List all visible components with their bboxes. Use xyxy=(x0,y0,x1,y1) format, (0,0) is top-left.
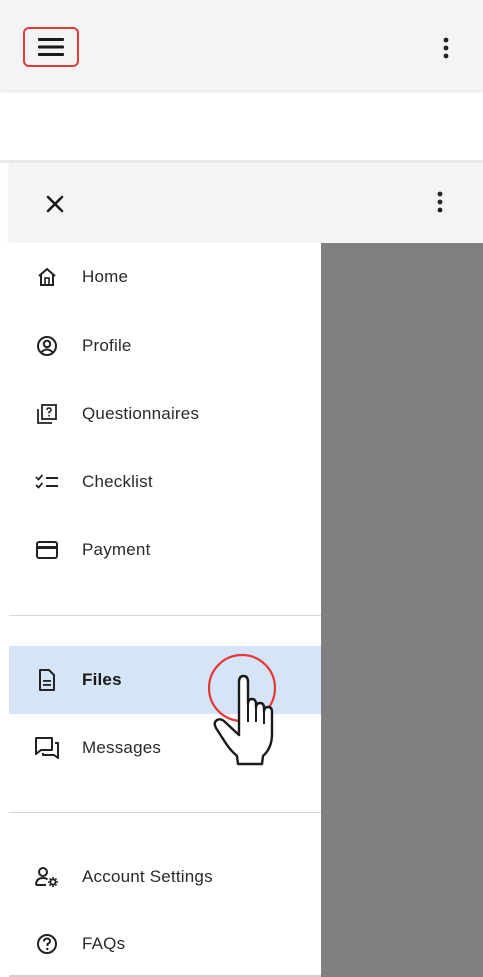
top-app-bar xyxy=(0,0,483,90)
hamburger-menu-icon xyxy=(38,38,64,56)
divider xyxy=(9,812,321,813)
nav-item-questionnaires[interactable]: Questionnaires xyxy=(9,386,321,442)
nav-item-payment[interactable]: Payment xyxy=(9,522,321,578)
divider xyxy=(9,615,321,616)
navigation-drawer: Home Profile Questionnaires Checklist Pa… xyxy=(9,243,321,977)
credit-card-icon xyxy=(35,538,59,562)
nav-item-label: Messages xyxy=(82,738,162,757)
help-icon xyxy=(35,932,59,956)
nav-item-label: Files xyxy=(82,670,122,689)
drawer-header xyxy=(9,163,483,243)
more-options-button[interactable] xyxy=(440,36,452,60)
nav-item-label: Questionnaires xyxy=(82,404,200,423)
nav-item-account-settings[interactable]: Account Settings xyxy=(9,849,321,905)
nav-item-label: Home xyxy=(82,267,129,286)
profile-icon xyxy=(35,334,59,358)
nav-item-label: Profile xyxy=(82,336,132,355)
nav-item-label: FAQs xyxy=(82,934,126,953)
nav-item-label: Checklist xyxy=(82,472,153,491)
hamburger-menu-button[interactable] xyxy=(23,27,79,67)
close-drawer-button[interactable] xyxy=(40,189,70,219)
home-icon xyxy=(35,265,59,289)
messages-icon xyxy=(35,736,59,760)
nav-item-faqs[interactable]: FAQs xyxy=(9,916,321,972)
more-vert-icon xyxy=(437,191,443,213)
file-icon xyxy=(35,668,59,692)
checklist-icon xyxy=(35,470,59,494)
nav-item-label: Account Settings xyxy=(82,867,213,886)
more-vert-icon xyxy=(443,37,449,59)
nav-item-checklist[interactable]: Checklist xyxy=(9,454,321,510)
drawer-scrim[interactable] xyxy=(321,243,483,977)
tap-pointer-icon xyxy=(207,653,277,766)
nav-item-home[interactable]: Home xyxy=(9,249,321,305)
content-strip xyxy=(18,100,483,128)
close-icon xyxy=(46,195,64,213)
account-settings-icon xyxy=(35,865,59,889)
nav-item-label: Payment xyxy=(82,540,151,559)
nav-item-profile[interactable]: Profile xyxy=(9,318,321,374)
questionnaire-icon xyxy=(35,402,59,426)
more-options-button[interactable] xyxy=(434,190,446,214)
